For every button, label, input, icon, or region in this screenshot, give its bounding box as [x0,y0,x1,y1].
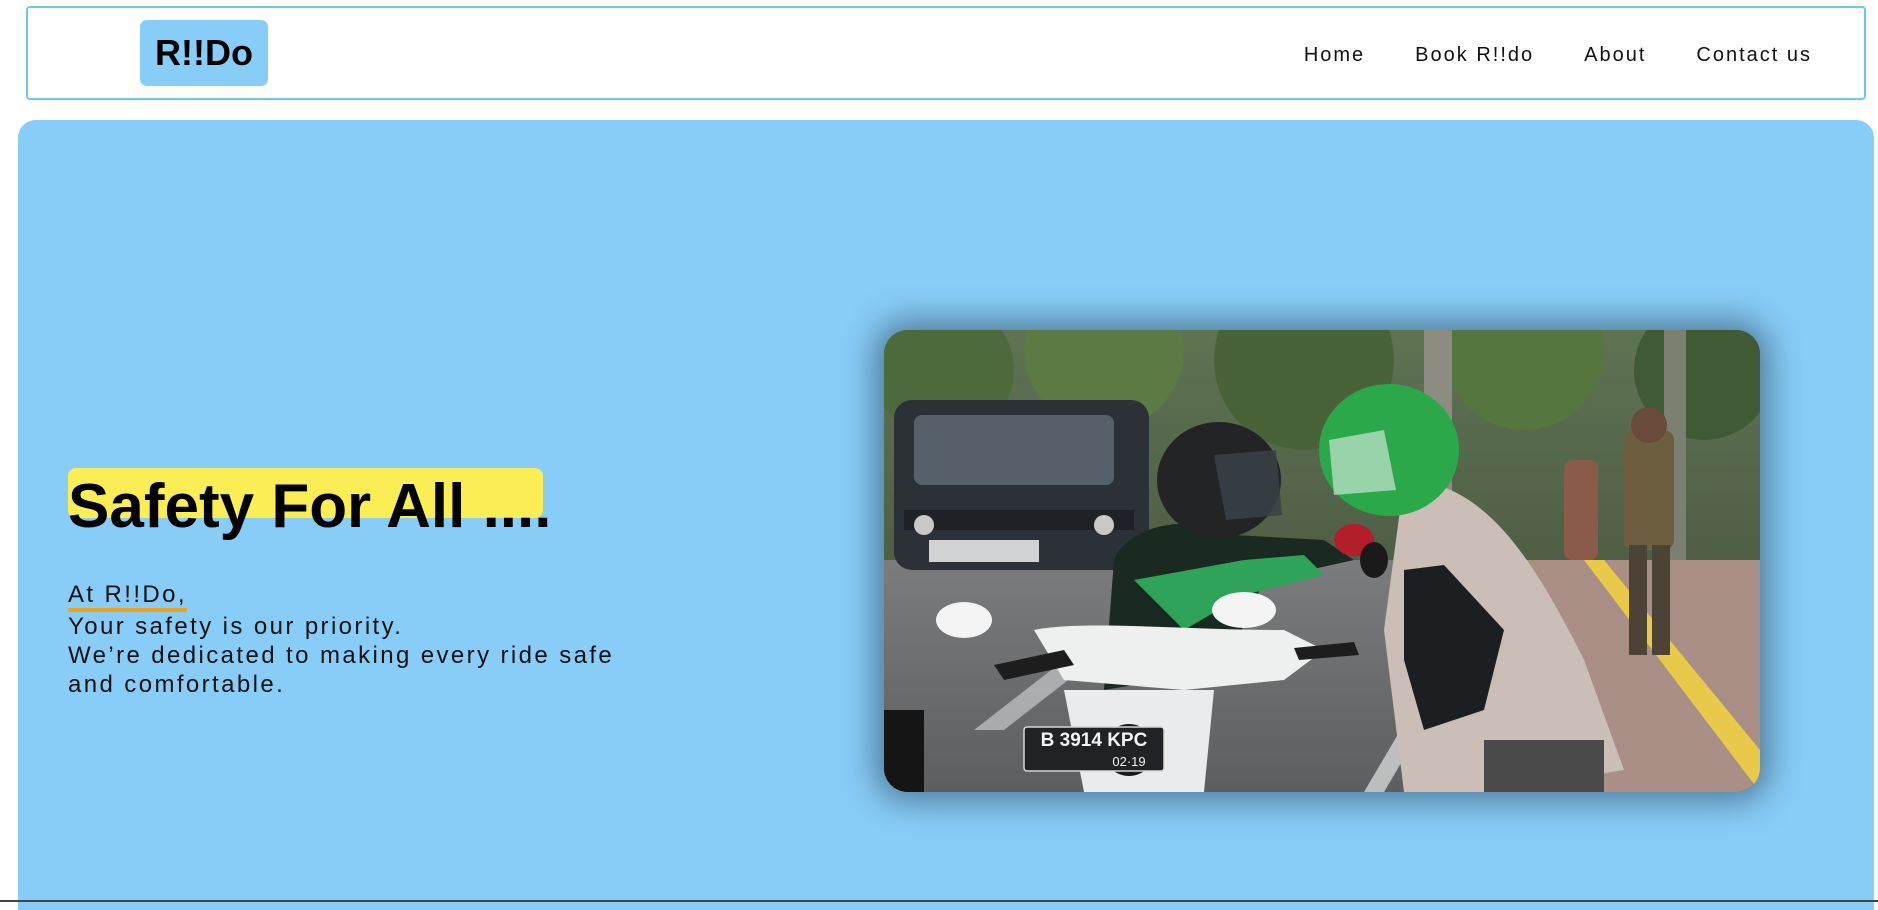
motorcycle-taxi-illustration: B 3914 KPC 02·19 [884,330,1760,792]
hero-section: Safety For All .... At R!!Do, Your safet… [18,120,1874,910]
nav-about-link[interactable]: About [1584,44,1646,67]
license-plate-number: B 3914 KPC [1041,730,1148,751]
navbar: R!!Do Home Book R!!do About Contact us [26,6,1866,100]
logo[interactable]: R!!Do [140,20,268,86]
hero-photo: B 3914 KPC 02·19 [884,330,1760,792]
description-line-1: Your safety is our priority. [68,613,404,640]
hero-description: At R!!Do, Your safety is our priority. W… [68,580,614,699]
headline-block: Safety For All .... [68,468,551,538]
license-plate-date: 02·19 [1112,754,1145,769]
nav-book-link[interactable]: Book R!!do [1415,44,1534,67]
main-nav: Home Book R!!do About Contact us [1304,44,1812,67]
description-line-3: and comfortable. [68,671,286,698]
nav-contact-link[interactable]: Contact us [1696,44,1812,67]
nav-home-link[interactable]: Home [1304,44,1365,67]
description-line-2: We’re dedicated to making every ride saf… [68,642,615,669]
hero-headline: Safety For All .... [68,472,552,541]
brand-line: At R!!Do, [68,582,187,612]
